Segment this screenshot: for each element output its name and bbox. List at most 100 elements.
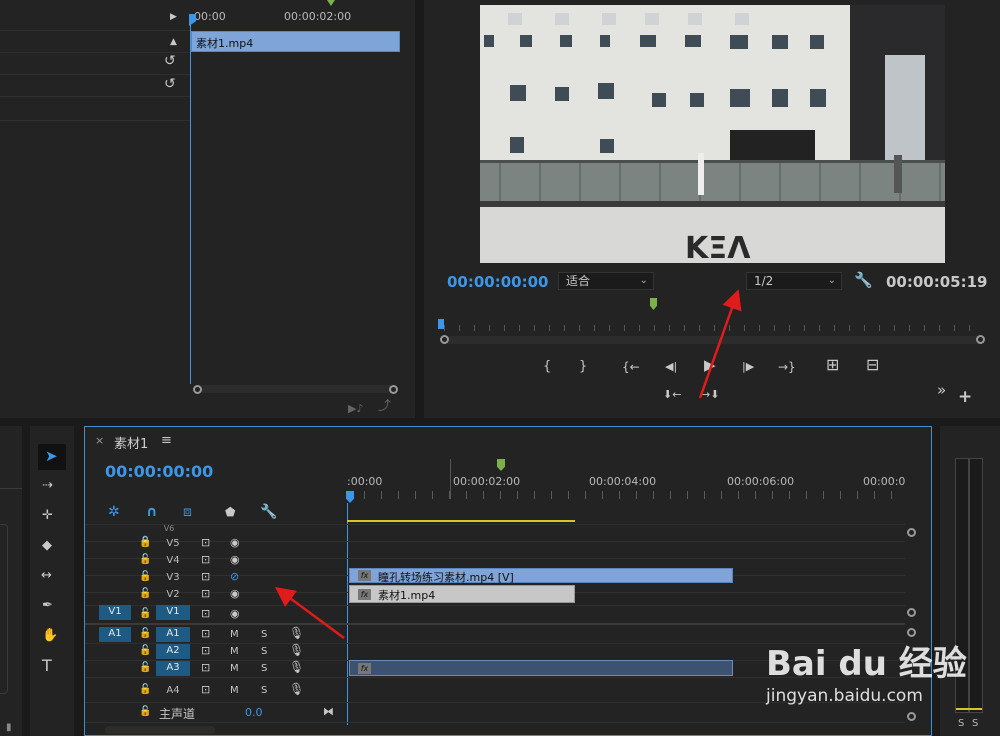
clip-v3[interactable]: fx 瞳孔转场练习素材.mp4 [V] <box>349 568 733 584</box>
fit-dropdown[interactable]: 适合 ⌄ <box>558 272 654 290</box>
lock-icon[interactable]: 🔓 <box>139 570 151 584</box>
scroll-handle[interactable] <box>976 335 985 344</box>
scroll-handle[interactable] <box>907 608 916 617</box>
settings-wrench-icon[interactable]: 🔧 <box>260 505 277 519</box>
sync-lock-icon[interactable]: ⊡ <box>201 607 210 621</box>
eye-hidden-icon[interactable]: ⊘ <box>230 570 239 584</box>
go-to-out-button[interactable]: →} <box>778 360 796 374</box>
track-label-a2[interactable]: A2 <box>156 644 190 659</box>
mute-button[interactable]: M <box>230 645 239 659</box>
lock-icon[interactable]: 🔓 <box>139 607 151 621</box>
scroll-handle[interactable] <box>389 385 398 394</box>
close-tab-button[interactable]: × <box>95 434 104 448</box>
sync-lock-icon[interactable]: ⊡ <box>201 661 210 675</box>
add-button[interactable]: + <box>958 389 972 406</box>
reset-icon[interactable]: ↺ <box>164 54 176 68</box>
go-to-in-button[interactable]: {← <box>622 360 640 374</box>
sync-lock-icon[interactable]: ⊡ <box>201 683 210 697</box>
scroll-handle[interactable] <box>193 385 202 394</box>
timeline-h-scrollbar[interactable] <box>105 726 215 734</box>
go-to-end-icon[interactable]: ⧓ <box>323 705 334 719</box>
lock-icon[interactable]: 🔓 <box>139 627 151 641</box>
type-tool-icon[interactable]: T <box>42 658 52 674</box>
program-timecode[interactable]: 00:00:00:00 <box>447 273 549 291</box>
lock-icon[interactable]: 🔓 <box>139 661 151 675</box>
source-patch-a1[interactable]: A1 <box>99 627 131 642</box>
play-button[interactable]: ▶ <box>704 358 716 373</box>
source-patch-v1[interactable]: V1 <box>99 605 131 620</box>
solo-button[interactable]: S <box>261 628 267 642</box>
solo-button[interactable]: S <box>261 684 267 698</box>
microphone-icon[interactable]: 🎙 <box>289 643 304 657</box>
mark-in-button[interactable]: { <box>543 360 551 374</box>
program-scrollbar[interactable] <box>444 336 984 344</box>
scroll-handle[interactable] <box>907 528 916 537</box>
wrench-icon[interactable]: 🔧 <box>854 273 873 288</box>
resolution-dropdown[interactable]: 1/2 ⌄ <box>746 272 842 290</box>
slip-tool-icon[interactable]: ↔ <box>41 569 52 583</box>
solo-button[interactable]: S <box>261 662 267 676</box>
mute-button[interactable]: M <box>230 628 239 642</box>
razor-tool-icon[interactable]: ◆ <box>42 539 52 553</box>
solo-button[interactable]: S <box>261 645 267 659</box>
lock-icon[interactable]: 🔓 <box>139 553 151 567</box>
snap-magnet-icon[interactable]: ∩ <box>146 505 157 519</box>
track-select-tool-icon[interactable]: ⇢ <box>42 479 53 493</box>
lock-icon[interactable]: 🔓 <box>139 536 151 550</box>
linked-selection-icon[interactable]: ⧈ <box>183 505 192 519</box>
microphone-icon[interactable]: 🎙 <box>289 660 304 674</box>
mark-out-button[interactable]: } <box>579 360 587 374</box>
sync-lock-icon[interactable]: ⊡ <box>201 536 210 550</box>
source-clip[interactable]: 素材1.mp4 <box>191 31 400 52</box>
lock-icon[interactable]: 🔓 <box>139 705 151 719</box>
add-marker-icon[interactable]: ⬟ <box>225 505 235 519</box>
microphone-icon[interactable]: 🎙 <box>289 682 304 696</box>
more-controls-button[interactable]: » <box>937 383 946 398</box>
reset-icon[interactable]: ↺ <box>164 77 176 91</box>
sync-lock-icon[interactable]: ⊡ <box>201 627 210 641</box>
nest-icon[interactable]: ✲ <box>108 505 120 519</box>
clip-a3[interactable]: fx <box>349 660 733 676</box>
sync-lock-icon[interactable]: ⊡ <box>201 553 210 567</box>
scroll-handle[interactable] <box>440 335 449 344</box>
export-icon[interactable]: ⤴ <box>378 400 391 414</box>
lift-button[interactable]: ⬇← <box>663 388 681 402</box>
step-back-button[interactable]: ◀| <box>665 360 677 374</box>
collapse-arrow-icon[interactable]: ▲ <box>170 35 177 49</box>
sync-lock-icon[interactable]: ⊡ <box>201 644 210 658</box>
meter-solo-right[interactable]: S <box>972 718 978 729</box>
track-label-a3[interactable]: A3 <box>156 661 190 676</box>
program-playhead-icon[interactable] <box>438 319 444 329</box>
extract-button[interactable]: →⬇ <box>701 388 719 402</box>
sync-lock-icon[interactable]: ⊡ <box>201 587 210 601</box>
step-forward-button[interactable]: |▶ <box>742 360 754 374</box>
lock-icon[interactable]: 🔓 <box>139 683 151 697</box>
work-area-bar[interactable] <box>347 520 575 522</box>
panel-menu-icon[interactable]: ≡ <box>161 434 172 448</box>
mute-button[interactable]: M <box>230 662 239 676</box>
lock-icon[interactable]: 🔓 <box>139 587 151 601</box>
eye-icon[interactable]: ◉ <box>230 553 240 567</box>
eye-icon[interactable]: ◉ <box>230 587 240 601</box>
timeline-timecode[interactable]: 00:00:00:00 <box>105 462 213 481</box>
expand-arrow-icon[interactable]: ▶ <box>170 10 177 24</box>
insert-button[interactable]: ⊞ <box>826 357 839 373</box>
eye-icon[interactable]: ◉ <box>230 536 240 550</box>
sequence-tab[interactable]: 素材1 <box>114 433 148 452</box>
play-audio-icon[interactable]: ▶♪ <box>348 402 363 416</box>
overwrite-button[interactable]: ⊟ <box>866 357 879 373</box>
ripple-edit-tool-icon[interactable]: ✛ <box>42 509 53 523</box>
trash-icon[interactable]: ▮ <box>6 721 12 735</box>
microphone-icon[interactable]: 🎙 <box>289 626 304 640</box>
sync-lock-icon[interactable]: ⊡ <box>201 570 210 584</box>
track-label-a1[interactable]: A1 <box>156 627 190 642</box>
selection-tool-button[interactable]: ➤ <box>38 444 66 470</box>
mute-button[interactable]: M <box>230 684 239 698</box>
master-volume[interactable]: 0.0 <box>245 706 263 719</box>
lock-icon[interactable]: 🔓 <box>139 644 151 658</box>
track-label-v1[interactable]: V1 <box>156 605 190 620</box>
source-scrollbar[interactable] <box>194 385 398 393</box>
eye-icon[interactable]: ◉ <box>230 607 240 621</box>
timeline-playhead-icon[interactable] <box>346 491 354 503</box>
hand-tool-icon[interactable]: ✋ <box>42 629 58 643</box>
